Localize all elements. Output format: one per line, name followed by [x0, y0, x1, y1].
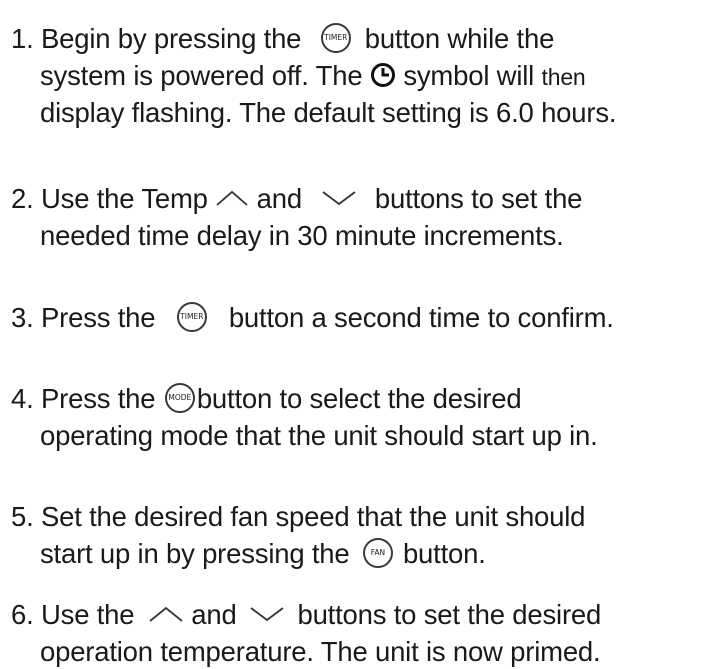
step-2-text-c: buttons to set the — [374, 183, 583, 214]
step-3-line-1: 3. Press the TIMER button a second time t… — [11, 301, 614, 335]
step-1-text-a: Begin by pressing the — [41, 23, 302, 54]
step-2-text-a: Use the Temp — [41, 183, 208, 214]
step-1-text-b: button while the — [364, 23, 555, 54]
step-3-text-b: button a second time to confirm. — [228, 302, 614, 333]
step-6-text-d: operation temperature. The unit is now p… — [40, 636, 601, 667]
step-1-line-2: system is powered off. The symbol will t… — [40, 59, 586, 93]
step-5-text-b: start up in by pressing the — [40, 538, 350, 569]
step-1-line-1: 1. Begin by pressing the TIMER button whi… — [11, 22, 554, 56]
step-6-text-b: and — [191, 599, 237, 630]
step-5-text-c: button. — [402, 538, 486, 569]
step-5-line-2: start up in by pressing the FAN button. — [40, 537, 486, 571]
step-4-line-1: 4. Press the MODE button to select the de… — [11, 382, 522, 416]
step-4-text-b: button to select the desired — [196, 383, 522, 414]
step-1-text-f: display flashing. The default setting is… — [40, 97, 617, 128]
timer-button-icon: TIMER — [320, 22, 351, 53]
step-6-text-a: Use the — [41, 599, 135, 630]
step-1-line-3: display flashing. The default setting is… — [40, 96, 617, 130]
timer-button-icon: TIMER — [176, 301, 207, 332]
step-4-line-2: operating mode that the unit should star… — [40, 419, 598, 453]
step-2-number: 2. — [11, 183, 34, 214]
chevron-up-icon — [216, 190, 248, 206]
chevron-down-icon — [250, 607, 284, 621]
mode-button-icon: MODE — [164, 382, 195, 413]
step-5-line-1: 5. Set the desired fan speed that the un… — [11, 500, 585, 534]
step-6-number: 6. — [11, 599, 34, 630]
step-2-line-1: 2. Use the Temp and buttons to set the — [11, 182, 582, 216]
chevron-up-icon — [149, 606, 183, 622]
chevron-down-icon — [322, 191, 356, 205]
step-6-text-c: buttons to set the desired — [297, 599, 602, 630]
step-4-text-a: Press the — [41, 383, 156, 414]
step-2-line-2: needed time delay in 30 minute increment… — [40, 219, 564, 253]
step-4-number: 4. — [11, 383, 34, 414]
step-6-line-2: operation temperature. The unit is now p… — [40, 635, 601, 669]
step-5-text-a: Set the desired fan speed that the unit … — [41, 501, 586, 532]
fan-button-icon: FAN — [362, 537, 393, 568]
step-2-text-d: needed time delay in 30 minute increment… — [40, 220, 564, 251]
step-3-text-a: Press the — [41, 302, 156, 333]
step-1-text-e: then — [541, 64, 586, 90]
step-4-text-c: operating mode that the unit should star… — [40, 420, 598, 451]
step-1-text-c: system is powered off. The — [40, 60, 363, 91]
clock-icon — [370, 62, 395, 87]
step-3-number: 3. — [11, 302, 34, 333]
step-1-number: 1. — [11, 23, 34, 54]
step-6-line-1: 6. Use the and buttons to set the desire… — [11, 598, 601, 632]
step-1-text-d: symbol will — [403, 60, 535, 91]
step-2-text-b: and — [256, 183, 302, 214]
step-5-number: 5. — [11, 501, 34, 532]
